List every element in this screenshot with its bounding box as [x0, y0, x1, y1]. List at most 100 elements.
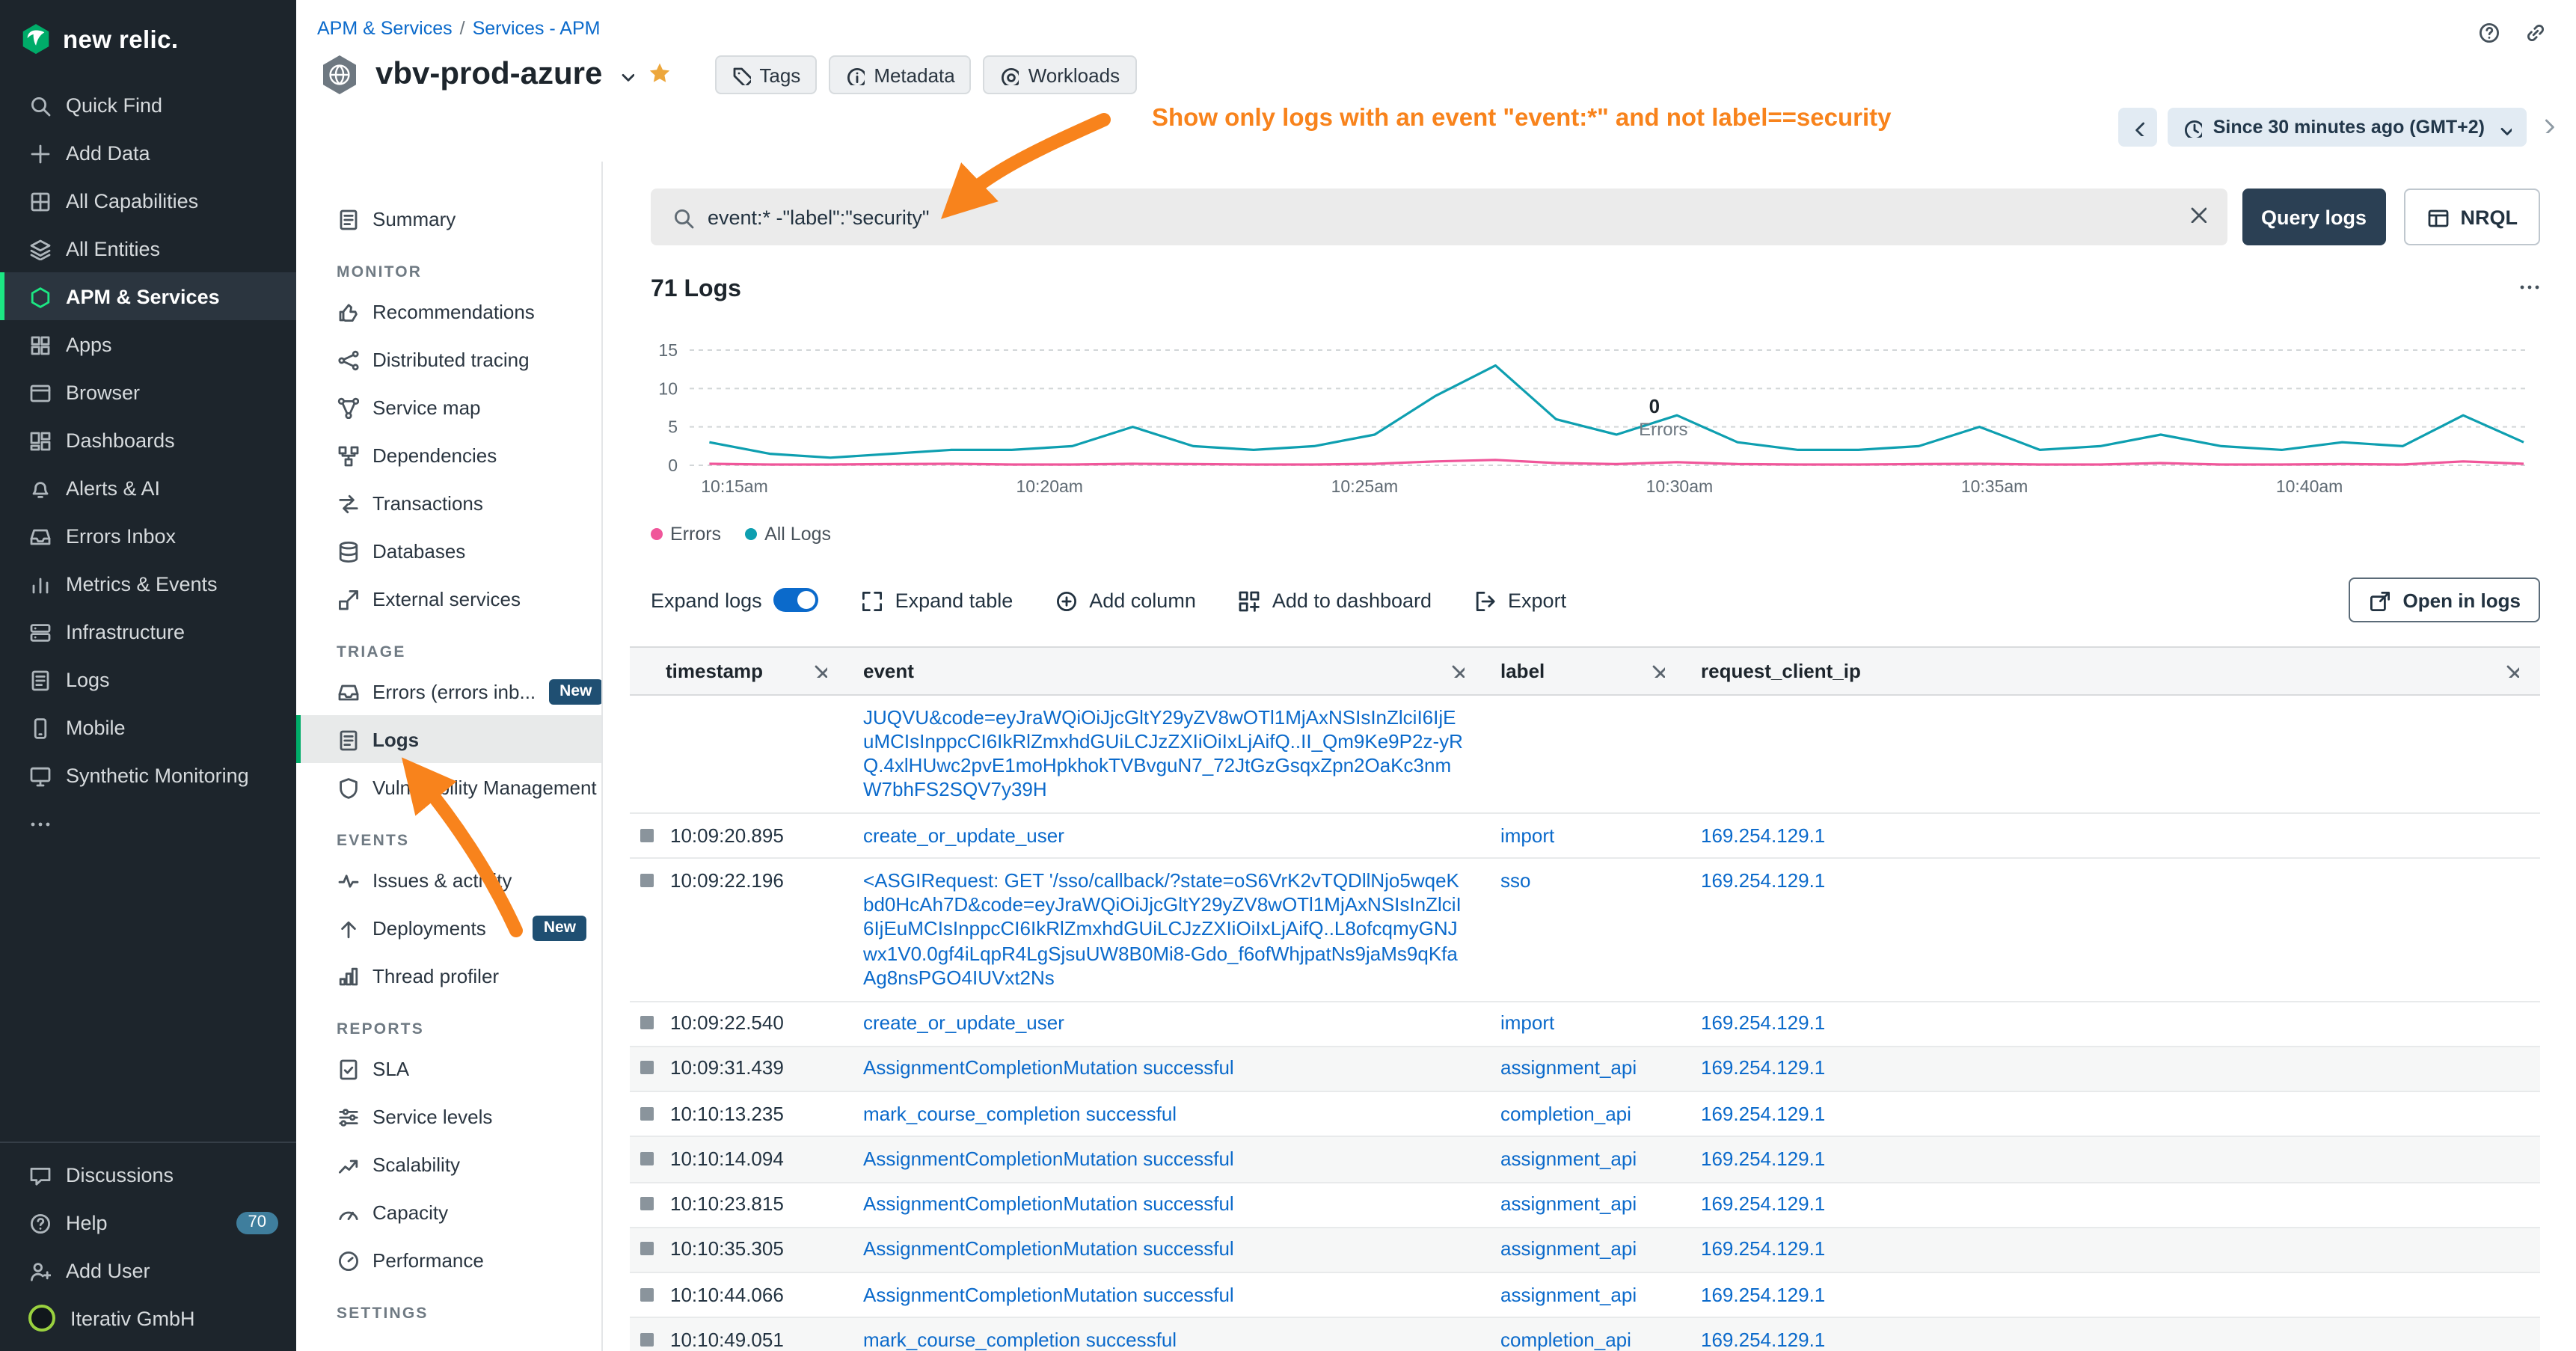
entity-nav-performance[interactable]: Performance — [296, 1236, 601, 1284]
expand-log-icon[interactable] — [640, 1197, 654, 1210]
sidebar-item-all-entities[interactable]: All Entities — [0, 224, 296, 272]
column-header-timestamp[interactable]: timestamp — [630, 648, 848, 694]
time-range-picker[interactable]: Since 30 minutes ago (GMT+2) — [2168, 108, 2527, 147]
entity-nav-errors-inbox[interactable]: Errors (errors inb... New — [296, 667, 601, 715]
entity-nav-distributed-tracing[interactable]: Distributed tracing — [296, 335, 601, 383]
log-label-link[interactable]: import — [1500, 1011, 1554, 1034]
remove-column-button[interactable] — [811, 660, 827, 682]
sidebar-item-all-capabilities[interactable]: All Capabilities — [0, 177, 296, 224]
table-row[interactable]: 10:09:31.439 AssignmentCompletionMutatio… — [630, 1047, 2540, 1093]
time-back-button[interactable] — [2119, 108, 2158, 147]
more-options-button[interactable] — [2518, 275, 2540, 305]
entity-nav-thread-profiler[interactable]: Thread profiler — [296, 952, 601, 999]
expand-log-icon[interactable] — [640, 1062, 654, 1075]
log-label-link[interactable]: sso — [1500, 869, 1530, 892]
log-event-link[interactable]: mark_course_completion successful — [863, 1102, 1177, 1124]
log-ip-link[interactable]: 169.254.129.1 — [1701, 1011, 1825, 1034]
metadata-button[interactable]: Metadata — [829, 55, 971, 94]
log-ip-link[interactable]: 169.254.129.1 — [1701, 1329, 1825, 1351]
log-event-link[interactable]: AssignmentCompletionMutation successful — [863, 1238, 1234, 1260]
sidebar-item-organization[interactable]: Iterativ GmbH — [0, 1294, 296, 1342]
log-ip-link[interactable]: 169.254.129.1 — [1701, 1192, 1825, 1215]
sidebar-item-errors-inbox[interactable]: Errors Inbox — [0, 512, 296, 560]
remove-column-button[interactable] — [1649, 660, 1665, 682]
help-circle-icon[interactable] — [2477, 21, 2503, 46]
table-row[interactable]: 10:09:22.196 <ASGIRequest: GET '/sso/cal… — [630, 860, 2540, 1002]
entity-nav-summary[interactable]: Summary — [296, 194, 601, 242]
log-label-link[interactable]: completion_api — [1500, 1102, 1631, 1124]
entity-nav-service-map[interactable]: Service map — [296, 383, 601, 431]
table-row[interactable]: 10:09:20.895 create_or_update_user impor… — [630, 814, 2540, 860]
query-logs-button[interactable]: Query logs — [2242, 189, 2386, 245]
log-ip-link[interactable]: 169.254.129.1 — [1701, 1238, 1825, 1260]
column-header-request-client-ip[interactable]: request_client_ip — [1686, 648, 2540, 694]
log-event-link[interactable]: AssignmentCompletionMutation successful — [863, 1283, 1234, 1305]
sidebar-item-dashboards[interactable]: Dashboards — [0, 416, 296, 464]
remove-column-button[interactable] — [1448, 660, 1465, 682]
sidebar-item-synthetic-monitoring[interactable]: Synthetic Monitoring — [0, 751, 296, 799]
log-event-link[interactable]: create_or_update_user — [863, 1011, 1064, 1034]
favorite-star-icon[interactable] — [647, 61, 674, 88]
log-event-link[interactable]: <ASGIRequest: GET '/sso/callback/?state=… — [863, 869, 1462, 989]
entity-nav-service-levels[interactable]: Service levels — [296, 1092, 601, 1140]
new-relic-logo[interactable]: new relic. — [0, 0, 296, 72]
log-ip-link[interactable]: 169.254.129.1 — [1701, 1057, 1825, 1079]
expand-log-icon[interactable] — [640, 1243, 654, 1256]
entity-nav-dependencies[interactable]: Dependencies — [296, 431, 601, 479]
log-ip-link[interactable]: 169.254.129.1 — [1701, 1102, 1825, 1124]
workloads-button[interactable]: Workloads — [984, 55, 1136, 94]
entity-nav-vulnerability-management[interactable]: Vulnerability Management — [296, 763, 601, 811]
sidebar-more-button[interactable] — [0, 799, 296, 847]
breadcrumb-apm-services[interactable]: APM & Services — [317, 18, 453, 39]
entity-nav-issues-activity[interactable]: Issues & activity — [296, 856, 601, 904]
entity-nav-databases[interactable]: Databases — [296, 527, 601, 575]
expand-logs-control[interactable]: Expand logs — [651, 588, 819, 612]
sidebar-item-browser[interactable]: Browser — [0, 368, 296, 416]
entity-nav-recommendations[interactable]: Recommendations — [296, 287, 601, 335]
log-event-link[interactable]: create_or_update_user — [863, 824, 1064, 846]
entity-nav-transactions[interactable]: Transactions — [296, 479, 601, 527]
logs-timeline-chart[interactable]: 05101510:15am10:20am10:25am10:30am10:35a… — [651, 320, 2540, 515]
sidebar-item-help[interactable]: Help 70 — [0, 1198, 296, 1246]
expand-log-icon[interactable] — [640, 1016, 654, 1029]
sidebar-item-quick-find[interactable]: Quick Find — [0, 81, 296, 129]
expand-log-icon[interactable] — [640, 874, 654, 887]
table-row[interactable]: 10:10:49.051 mark_course_completion succ… — [630, 1319, 2540, 1351]
tags-button[interactable]: Tags — [714, 55, 817, 94]
sidebar-item-infrastructure[interactable]: Infrastructure — [0, 607, 296, 655]
time-forward-button[interactable] — [2537, 114, 2555, 141]
log-label-link[interactable]: completion_api — [1500, 1329, 1631, 1351]
log-label-link[interactable]: assignment_api — [1500, 1057, 1637, 1079]
log-event-link[interactable]: mark_course_completion successful — [863, 1329, 1177, 1351]
export-button[interactable]: Export — [1473, 589, 1566, 611]
expand-log-icon[interactable] — [640, 1106, 654, 1120]
add-column-button[interactable]: Add column — [1055, 589, 1196, 611]
nrql-button[interactable]: NRQL — [2404, 189, 2541, 245]
entity-nav-scalability[interactable]: Scalability — [296, 1140, 601, 1188]
table-row[interactable]: 10:10:14.094 AssignmentCompletionMutatio… — [630, 1138, 2540, 1183]
log-ip-link[interactable]: 169.254.129.1 — [1701, 869, 1825, 892]
sidebar-item-apps[interactable]: Apps — [0, 320, 296, 368]
entity-nav-capacity[interactable]: Capacity — [296, 1188, 601, 1236]
sidebar-item-logs[interactable]: Logs — [0, 655, 296, 703]
log-event-link[interactable]: AssignmentCompletionMutation successful — [863, 1057, 1234, 1079]
column-header-event[interactable]: event — [848, 648, 1485, 694]
breadcrumb-services-apm[interactable]: Services - APM — [473, 18, 601, 39]
log-label-link[interactable]: assignment_api — [1500, 1238, 1637, 1260]
log-label-link[interactable]: assignment_api — [1500, 1192, 1637, 1215]
log-query-input[interactable]: event:* -"label":"security" — [651, 189, 2227, 245]
legend-errors[interactable]: Errors — [651, 524, 721, 545]
expand-log-icon[interactable] — [640, 1152, 654, 1165]
sidebar-item-add-user[interactable]: Add User — [0, 1246, 296, 1294]
log-event-link[interactable]: JUQVU&code=eyJraWQiOiJjcGltY29yZV8wOTl1M… — [863, 705, 1463, 801]
table-row[interactable]: 10:10:44.066 AssignmentCompletionMutatio… — [630, 1273, 2540, 1319]
sidebar-item-alerts-ai[interactable]: Alerts & AI — [0, 464, 296, 512]
table-row[interactable]: 10:10:35.305 AssignmentCompletionMutatio… — [630, 1228, 2540, 1274]
entity-nav-external-services[interactable]: External services — [296, 575, 601, 622]
entity-nav-sla[interactable]: SLA — [296, 1044, 601, 1092]
log-event-link[interactable]: AssignmentCompletionMutation successful — [863, 1148, 1234, 1170]
sidebar-item-add-data[interactable]: Add Data — [0, 129, 296, 177]
expand-log-icon[interactable] — [640, 828, 654, 842]
clear-query-button[interactable] — [2187, 203, 2207, 230]
log-label-link[interactable]: assignment_api — [1500, 1283, 1637, 1305]
